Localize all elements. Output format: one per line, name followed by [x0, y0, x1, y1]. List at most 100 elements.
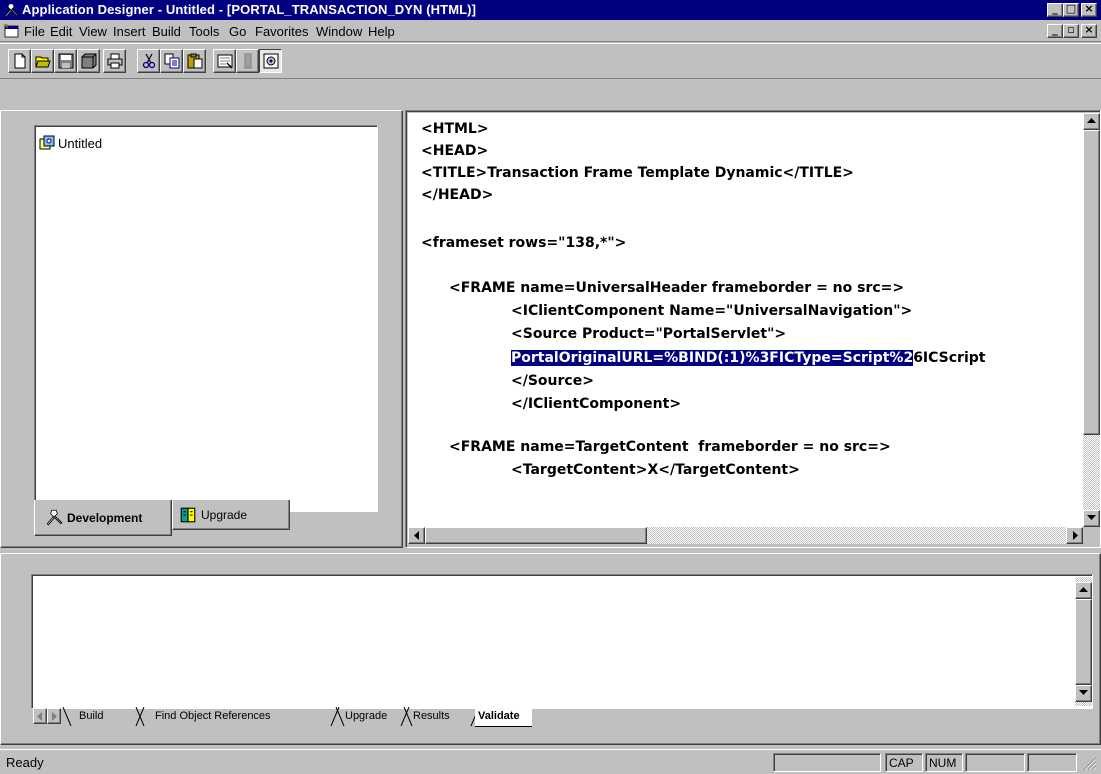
arrow-up-icon [1087, 118, 1096, 123]
resize-grip-icon[interactable] [1083, 757, 1097, 771]
tab-build[interactable]: Build [79, 707, 103, 727]
selected-text: PortalOriginalURL=%BIND(:1)%3FICType=Scr… [511, 350, 914, 366]
output-window: Build Find Object References Upgrade Res… [0, 553, 1101, 745]
minimize-button[interactable]: _ [1047, 2, 1063, 17]
tab-results[interactable]: Results [413, 707, 450, 727]
cut-icon [142, 53, 156, 69]
menu-view[interactable]: View [79, 24, 107, 39]
restore-icon: ▫ [1067, 23, 1075, 36]
code-line: <HTML> [421, 121, 489, 137]
html-editor[interactable]: <HTML> <HEAD> <TITLE>Transaction Frame T… [408, 113, 1083, 527]
save-all-icon [81, 53, 97, 69]
minimize-icon: _ [1052, 2, 1058, 15]
tab-development[interactable]: Development [34, 500, 172, 536]
tab-scroll-right-button[interactable] [47, 708, 61, 724]
menu-help[interactable]: Help [368, 24, 395, 39]
output-scroll-up-button[interactable] [1075, 582, 1092, 599]
save-button[interactable] [54, 49, 77, 73]
open-button[interactable] [31, 49, 54, 73]
properties-button[interactable] [213, 49, 236, 73]
html-editor-pane: <HTML> <HEAD> <TITLE>Transaction Frame T… [405, 110, 1101, 548]
menu-edit[interactable]: Edit [50, 24, 72, 39]
project-workspace-button[interactable] [259, 49, 282, 73]
document-icon[interactable] [3, 23, 20, 39]
paste-icon [187, 53, 203, 69]
arrow-right-icon [52, 712, 57, 721]
open-icon [35, 56, 51, 68]
status-text: Ready [6, 755, 44, 770]
mdi-minimize-button[interactable]: _ [1047, 23, 1063, 38]
arrow-right-icon [1073, 531, 1078, 540]
status-panel-ovr [1027, 753, 1077, 772]
status-panel-cap: CAP [885, 753, 923, 772]
menu-tools[interactable]: Tools [189, 24, 219, 39]
project-workspace-pane: Untitled Development Upgrade [0, 110, 403, 548]
arrow-up-icon [1079, 587, 1088, 592]
menu-window[interactable]: Window [316, 24, 362, 39]
close-icon: × [1084, 2, 1094, 15]
menu-insert[interactable]: Insert [113, 24, 146, 39]
editor-horizontal-thumb[interactable] [425, 527, 647, 544]
tab-upgrade-label: Upgrade [201, 508, 248, 522]
arrow-left-icon [37, 712, 42, 721]
tab-upgrade-output[interactable]: Upgrade [345, 707, 387, 727]
disabled-icon [244, 53, 252, 69]
scroll-right-button[interactable] [1066, 527, 1083, 544]
print-icon [107, 53, 123, 69]
tab-upgrade[interactable]: Upgrade [172, 500, 290, 530]
tree-item-label: Untitled [58, 136, 103, 151]
scroll-down-button[interactable] [1083, 510, 1100, 527]
code-line-selected: PortalOriginalURL=%BIND(:1)%3FICType=Scr… [511, 349, 985, 367]
minimize-icon: _ [1052, 23, 1058, 36]
copy-button[interactable] [160, 49, 183, 73]
tab-find-object-references[interactable]: Find Object References [155, 707, 271, 727]
mdi-restore-button[interactable]: ▫ [1063, 23, 1079, 38]
print-button[interactable] [103, 49, 126, 73]
output-scroll-down-button[interactable] [1075, 685, 1092, 702]
menu-go[interactable]: Go [229, 24, 246, 39]
menu-favorites[interactable]: Favorites [255, 24, 308, 39]
editor-vertical-thumb[interactable] [1083, 130, 1100, 435]
maximize-button[interactable]: □ [1063, 2, 1079, 17]
tree-item-untitled[interactable]: Untitled [39, 135, 102, 151]
save-icon [58, 53, 74, 69]
paste-button[interactable] [183, 49, 206, 73]
cut-button[interactable] [137, 49, 160, 73]
status-panel-message [773, 753, 881, 772]
upgrade-icon [180, 507, 196, 523]
code-line: </Source> [511, 373, 594, 389]
application-designer-icon [4, 3, 19, 18]
code-line: <Source Product="PortalServlet"> [511, 326, 787, 342]
menu-file[interactable]: File [24, 24, 45, 39]
code-line: <TITLE>Transaction Frame Template Dynami… [421, 165, 854, 181]
code-line: <FRAME name=TargetContent frameborder = … [449, 439, 891, 455]
arrow-down-icon [1087, 515, 1096, 520]
save-all-button[interactable] [77, 49, 100, 73]
project-tree[interactable]: Untitled [34, 125, 378, 512]
properties-icon [217, 54, 233, 69]
scroll-left-button[interactable] [408, 527, 425, 544]
code-line: <frameset rows="138,*"> [421, 235, 627, 251]
output-vertical-thumb[interactable] [1075, 599, 1092, 685]
tab-scroll-left-button[interactable] [33, 708, 47, 724]
maximize-icon: □ [1065, 2, 1077, 15]
code-line: </HEAD> [421, 187, 494, 203]
arrow-left-icon [414, 531, 419, 540]
new-button[interactable] [8, 49, 31, 73]
output-text-area[interactable] [31, 574, 1093, 709]
output-tab-strip: Build Find Object References Upgrade Res… [31, 707, 1093, 727]
mdi-close-button[interactable]: × [1081, 23, 1097, 38]
tab-validate[interactable]: Validate [475, 707, 532, 727]
development-icon [46, 509, 63, 526]
toolbar [0, 43, 1101, 79]
title-bar[interactable]: Application Designer - Untitled - [PORTA… [0, 0, 1101, 20]
scroll-up-button[interactable] [1083, 113, 1100, 130]
menu-build[interactable]: Build [152, 24, 181, 39]
menu-bar: File Edit View Insert Build Tools Go Fav… [0, 20, 1101, 42]
close-button[interactable]: × [1081, 2, 1097, 17]
status-panel-num: NUM [925, 753, 963, 772]
tab-development-label: Development [67, 511, 143, 525]
new-icon [14, 53, 26, 69]
disabled-button[interactable] [236, 49, 259, 73]
project-icon [39, 135, 55, 150]
